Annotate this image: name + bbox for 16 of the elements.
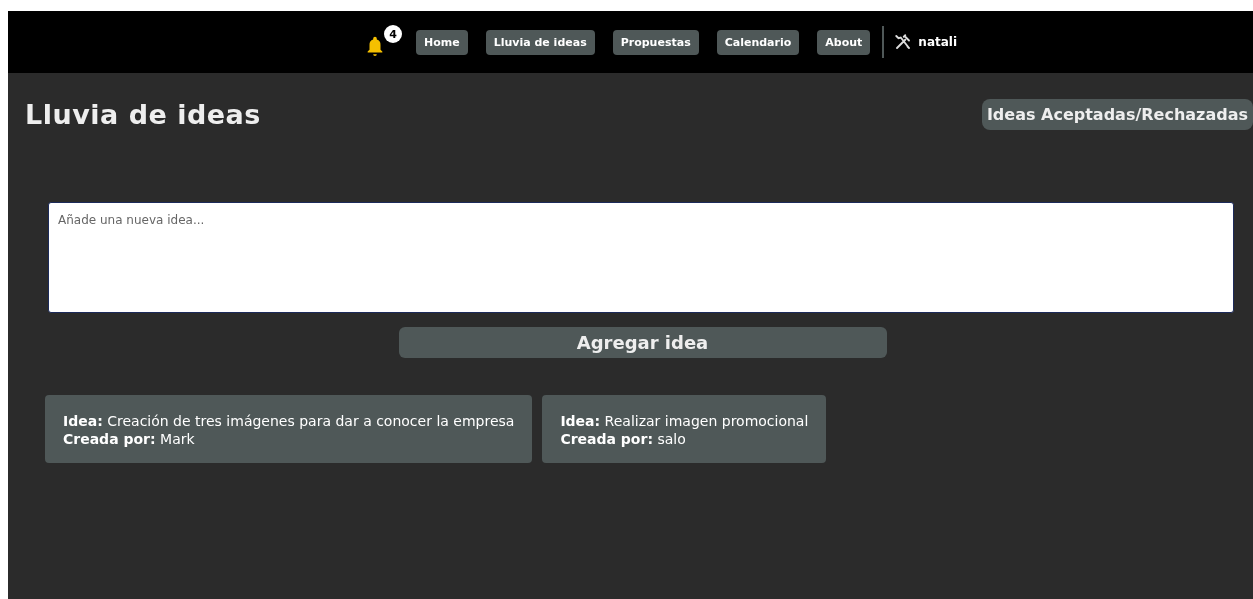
nav-link[interactable]: About: [817, 29, 871, 55]
idea-author: Creada por: Mark: [63, 431, 196, 447]
tools-icon: [894, 33, 913, 51]
page-title: Lluvia de ideas: [25, 99, 261, 130]
add-idea-button[interactable]: Agregar idea: [398, 327, 887, 358]
history-button[interactable]: Ideas Aceptadas/Rechazadas: [981, 99, 1253, 130]
nav-link[interactable]: Home: [415, 29, 468, 55]
nav-link[interactable]: Calendario: [716, 29, 800, 55]
notification-badge: 4: [383, 25, 402, 43]
nav-link[interactable]: Propuestas: [612, 29, 699, 55]
idea-input-field[interactable]: Añade una nueva idea...: [48, 202, 1234, 313]
idea-author: Creada por: salo: [560, 431, 687, 447]
user-name[interactable]: natali: [918, 35, 958, 49]
idea-text: Idea: Creación de tres imágenes para dar a conocer la empresa: [63, 413, 515, 429]
idea-text: Idea: Realizar imagen promocional: [560, 413, 809, 429]
nav-link[interactable]: Lluvia de ideas: [485, 29, 595, 55]
